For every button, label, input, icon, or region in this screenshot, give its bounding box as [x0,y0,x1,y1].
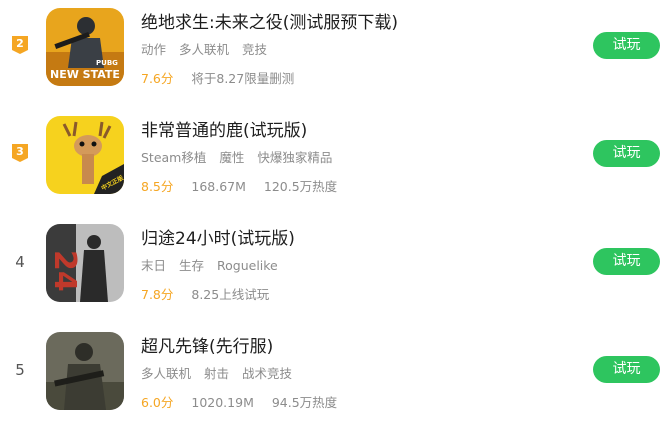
tag: Steam移植 [141,150,207,165]
game-tags: Steam移植 魔性 快爆独家精品 [141,147,341,166]
popularity: 94.5万热度 [271,395,338,410]
game-cover-art: 24 [46,224,124,302]
game-score: 7.6分 [141,71,174,86]
game-meta: 6.0分 1020.19M 94.5万热度 [141,392,351,411]
game-title[interactable]: 绝地求生:未来之役(测试服预下载) [141,8,398,33]
tag: 末日 [141,258,167,273]
rank-badge: 2 [12,36,28,54]
popularity: 120.5万热度 [263,179,338,194]
game-row[interactable]: 5 超凡先锋(先行服) 多人联机 射击 战术竞技 6.0分 1020.19M 9… [0,324,670,424]
game-score: 8.5分 [141,179,174,194]
try-play-button[interactable]: 试玩 [593,356,660,383]
try-play-button[interactable]: 试玩 [593,140,660,167]
game-cover-art [46,332,124,410]
game-meta: 7.6分 将于8.27限量删测 [141,68,308,87]
game-cover-art: PUBG NEW STATE [46,8,124,86]
game-meta: 7.8分 8.25上线试玩 [141,284,283,303]
game-tags: 末日 生存 Roguelike [141,255,287,274]
game-title[interactable]: 非常普通的鹿(试玩版) [141,116,307,141]
tag: 生存 [179,258,205,273]
tag: 射击 [204,366,230,381]
game-title[interactable]: 归途24小时(试玩版) [141,224,295,249]
rank-badge: 3 [12,144,28,162]
tag: 快爆独家精品 [257,150,333,165]
svg-text:NEW STATE: NEW STATE [50,68,120,81]
game-thumbnail[interactable]: 中文正版 [46,116,124,194]
try-play-button[interactable]: 试玩 [593,248,660,275]
game-score: 6.0分 [141,395,174,410]
svg-text:PUBG: PUBG [96,59,118,67]
game-meta: 8.5分 168.67M 120.5万热度 [141,176,351,195]
tag: 战术竞技 [242,366,293,381]
tag: 魔性 [219,150,245,165]
game-row[interactable]: 3 中文正版 非常普通的鹿(试玩版) Steam移植 魔性 快爆独家精品 8.5… [0,108,670,208]
release-note: 将于8.27限量删测 [191,71,295,86]
tag: 竞技 [242,42,268,57]
game-row[interactable]: 4 24 归途24小时(试玩版) 末日 生存 Roguelike 7.8分 8.… [0,216,670,316]
tag: 多人联机 [179,42,230,57]
tag: 多人联机 [141,366,192,381]
game-cover-art: 中文正版 [46,116,124,194]
game-thumbnail[interactable]: PUBG NEW STATE [46,8,124,86]
file-size: 168.67M [191,179,246,194]
rank-number: 4 [15,253,25,271]
game-tags: 多人联机 射击 战术竞技 [141,363,301,382]
game-row[interactable]: 2 PUBG NEW STATE 绝地求生:未来之役(测试服预下载) 动作 多人… [0,0,670,100]
game-thumbnail[interactable] [46,332,124,410]
file-size: 1020.19M [191,395,254,410]
try-play-button[interactable]: 试玩 [593,32,660,59]
rank-number: 5 [15,361,25,379]
release-note: 8.25上线试玩 [191,287,270,302]
svg-text:24: 24 [47,250,82,292]
game-tags: 动作 多人联机 竞技 [141,39,276,58]
tag: Roguelike [217,258,278,273]
game-thumbnail[interactable]: 24 [46,224,124,302]
tag: 动作 [141,42,167,57]
game-title[interactable]: 超凡先锋(先行服) [141,332,273,357]
game-score: 7.8分 [141,287,174,302]
